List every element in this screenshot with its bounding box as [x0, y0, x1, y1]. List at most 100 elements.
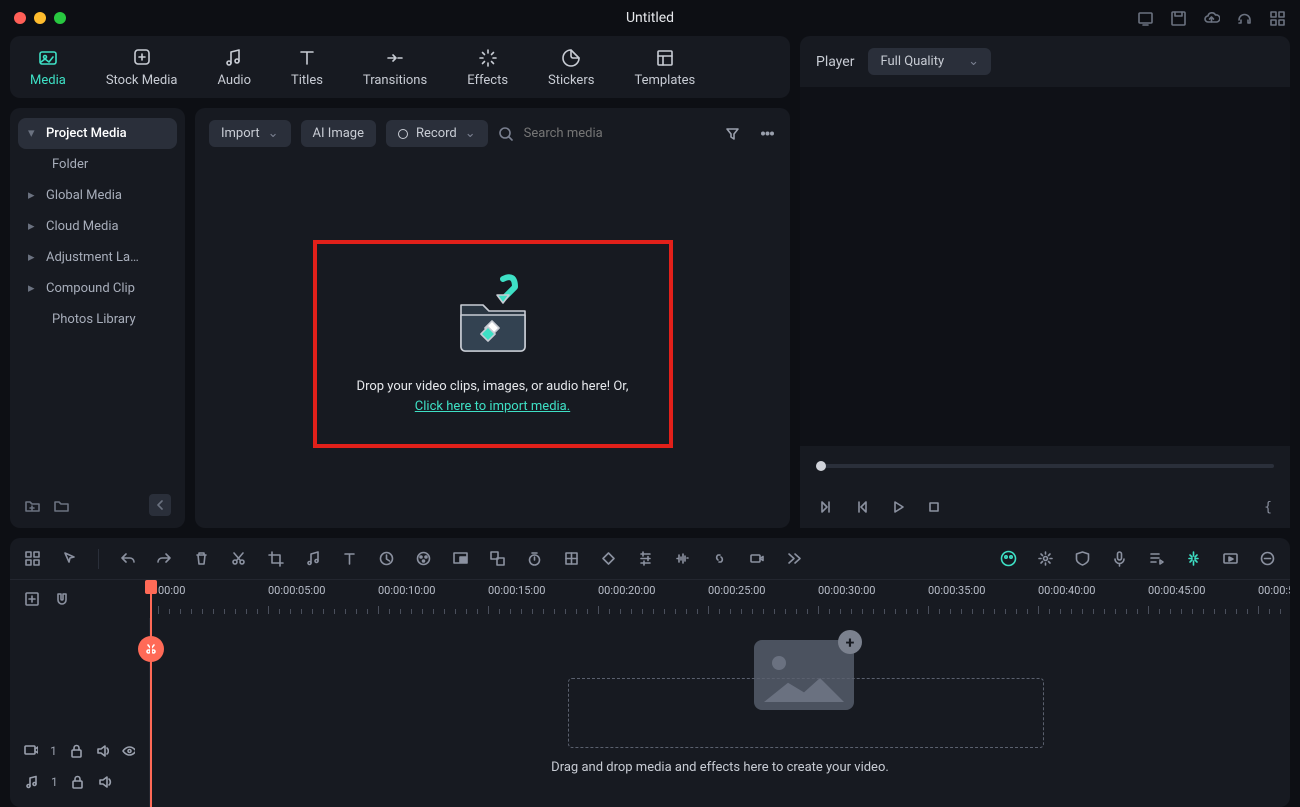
- magnet-icon[interactable]: [54, 591, 70, 607]
- more-icon[interactable]: [759, 125, 776, 142]
- timeline-drop-target[interactable]: [568, 678, 1044, 748]
- folder-icon[interactable]: [53, 497, 70, 514]
- music-note-icon[interactable]: [304, 550, 321, 567]
- zoom-out-icon[interactable]: [1259, 550, 1276, 567]
- cut-icon[interactable]: [230, 550, 247, 567]
- track-number: 1: [51, 775, 58, 789]
- tab-stickers[interactable]: Stickers: [538, 41, 604, 94]
- media-drop-area[interactable]: Drop your video clips, images, or audio …: [195, 159, 790, 528]
- render-icon[interactable]: [1222, 550, 1239, 567]
- bracket-icon[interactable]: {: [1264, 500, 1272, 515]
- ruler-tick-label: 00:00:10:00: [378, 584, 435, 597]
- pointer-icon[interactable]: [61, 550, 78, 567]
- redo-icon[interactable]: [156, 550, 173, 567]
- mute-icon[interactable]: [97, 774, 112, 789]
- add-track-icon[interactable]: [24, 591, 40, 607]
- adjust-icon[interactable]: [637, 550, 654, 567]
- sidebar-item-photos-library[interactable]: Photos Library: [18, 304, 177, 335]
- sidebar-item-label: Photos Library: [52, 312, 136, 327]
- add-media-button[interactable]: +: [838, 630, 862, 654]
- tab-label: Effects: [467, 73, 508, 88]
- tab-effects[interactable]: Effects: [457, 41, 518, 94]
- audio-track-header[interactable]: 1: [10, 766, 149, 797]
- play-button[interactable]: [890, 499, 906, 515]
- snap-icon[interactable]: [1185, 550, 1202, 567]
- visibility-icon[interactable]: [121, 743, 135, 758]
- next-frame-button[interactable]: [854, 499, 870, 515]
- sidebar-item-folder[interactable]: Folder: [18, 149, 177, 180]
- timer-icon[interactable]: [526, 550, 543, 567]
- more-tools-icon[interactable]: [785, 550, 802, 567]
- import-media-link[interactable]: Click here to import media.: [415, 399, 570, 414]
- save-icon[interactable]: [1170, 10, 1187, 27]
- ruler-tick-label: 00:00:35:00: [928, 584, 985, 597]
- import-button[interactable]: Import⌄: [209, 120, 291, 147]
- button-label: AI Image: [313, 126, 364, 141]
- tab-titles[interactable]: Titles: [281, 41, 333, 94]
- speed-icon[interactable]: [378, 550, 395, 567]
- undo-icon[interactable]: [119, 550, 136, 567]
- new-folder-icon[interactable]: [24, 497, 41, 514]
- close-window-button[interactable]: [14, 12, 26, 24]
- group-icon[interactable]: [489, 550, 506, 567]
- pip-icon[interactable]: [452, 550, 469, 567]
- minimize-window-button[interactable]: [34, 12, 46, 24]
- sidebar-item-project-media[interactable]: ▾Project Media: [18, 118, 177, 149]
- apps-grid-icon[interactable]: [1269, 10, 1286, 27]
- tab-templates[interactable]: Templates: [624, 41, 705, 94]
- shield-icon[interactable]: [1074, 550, 1091, 567]
- stop-button[interactable]: [926, 499, 942, 515]
- prev-frame-button[interactable]: [818, 499, 834, 515]
- quality-select[interactable]: Full Quality⌄: [868, 48, 991, 75]
- color-icon[interactable]: [415, 550, 432, 567]
- ai-image-button[interactable]: AI Image: [301, 120, 376, 147]
- sidebar-item-adjustment-layer[interactable]: ▸Adjustment La…: [18, 242, 177, 273]
- layout-icon[interactable]: [24, 550, 41, 567]
- titlebar: Untitled: [0, 0, 1300, 36]
- tab-media[interactable]: Media: [20, 41, 76, 94]
- timeline-hint: Drag and drop media and effects here to …: [150, 760, 1290, 775]
- crop-icon[interactable]: [267, 550, 284, 567]
- waveform-icon[interactable]: [674, 550, 691, 567]
- tab-label: Media: [30, 73, 66, 88]
- ruler-tick-label: 00:00: [158, 584, 185, 597]
- freeze-icon[interactable]: [563, 550, 580, 567]
- sidebar-item-label: Global Media: [46, 188, 122, 203]
- tracks-gutter: 1 1: [10, 618, 150, 807]
- display-icon[interactable]: [1137, 10, 1154, 27]
- effects-icon: [477, 47, 499, 69]
- tab-audio[interactable]: Audio: [208, 41, 261, 94]
- timeline-canvas[interactable]: + Drag and drop media and effects here t…: [150, 618, 1290, 807]
- label-icon[interactable]: [748, 550, 765, 567]
- lock-icon[interactable]: [69, 743, 83, 758]
- delete-icon[interactable]: [193, 550, 210, 567]
- button-label: Record: [416, 126, 457, 141]
- window-controls: [14, 12, 66, 24]
- collapse-sidebar-button[interactable]: [149, 494, 171, 516]
- sidebar-item-cloud-media[interactable]: ▸Cloud Media: [18, 211, 177, 242]
- video-track-header[interactable]: 1: [10, 735, 149, 766]
- ai-assist-icon[interactable]: [1000, 550, 1017, 567]
- sparkle-icon[interactable]: [1037, 550, 1054, 567]
- link-icon[interactable]: [711, 550, 728, 567]
- sidebar-item-compound-clip[interactable]: ▸Compound Clip: [18, 273, 177, 304]
- sidebar-item-global-media[interactable]: ▸Global Media: [18, 180, 177, 211]
- mic-icon[interactable]: [1111, 550, 1128, 567]
- cloud-upload-icon[interactable]: [1203, 10, 1220, 27]
- player-viewport[interactable]: [800, 87, 1290, 446]
- playlist-icon[interactable]: [1148, 550, 1165, 567]
- maximize-window-button[interactable]: [54, 12, 66, 24]
- timeline-ruler[interactable]: 00:0000:00:05:0000:00:10:0000:00:15:0000…: [10, 580, 1290, 618]
- lock-icon[interactable]: [70, 774, 85, 789]
- search-icon: [498, 126, 514, 142]
- filter-icon[interactable]: [724, 125, 741, 142]
- tab-transitions[interactable]: Transitions: [353, 41, 437, 94]
- text-icon[interactable]: [341, 550, 358, 567]
- mute-icon[interactable]: [95, 743, 109, 758]
- tab-stock-media[interactable]: Stock Media: [96, 41, 188, 94]
- record-button[interactable]: Record⌄: [386, 120, 488, 147]
- seek-bar[interactable]: [800, 446, 1290, 486]
- search-input[interactable]: [524, 126, 714, 141]
- keyframe-icon[interactable]: [600, 550, 617, 567]
- headphones-icon[interactable]: [1236, 10, 1253, 27]
